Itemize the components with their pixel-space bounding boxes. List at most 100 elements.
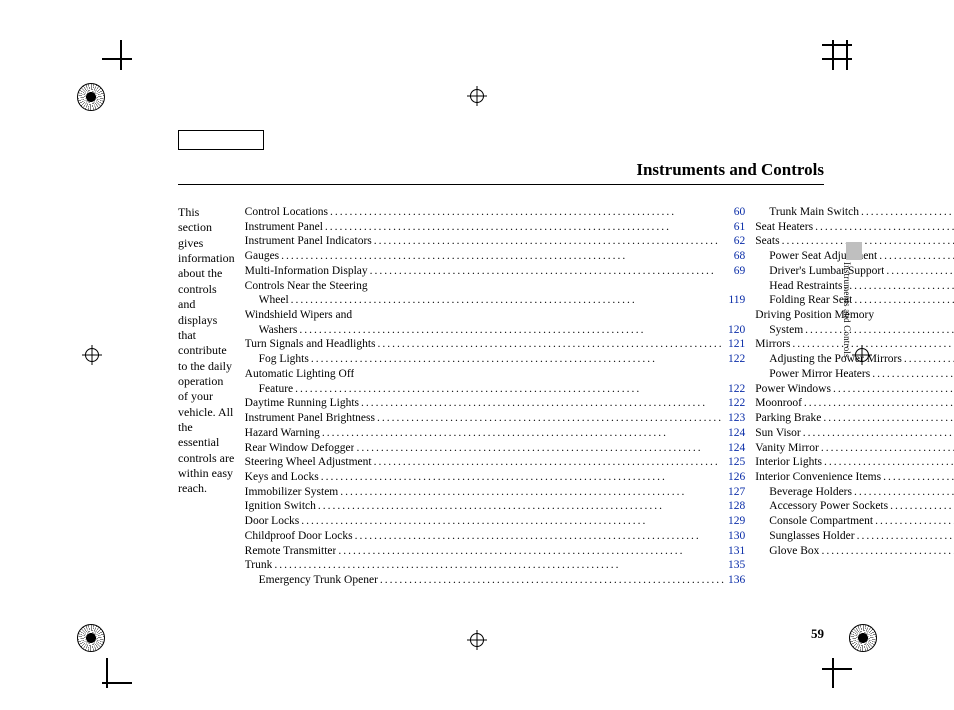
toc-page-link[interactable]: 122 — [728, 396, 745, 411]
toc-entry: Ignition Switch128 — [245, 499, 746, 514]
toc-entry-label: Interior Lights — [755, 455, 822, 470]
toc-page-link[interactable]: 135 — [728, 558, 745, 573]
toc-leader-dots — [870, 367, 954, 382]
toc-entry: Beverage Holders156 — [755, 485, 954, 500]
toc-leader-dots — [821, 411, 954, 426]
toc-page-link[interactable]: 120 — [728, 323, 745, 338]
toc-entry-label: Remote Transmitter — [245, 544, 337, 559]
toc-entry-label: Seats — [755, 234, 779, 249]
toc-entry-label: Hazard Warning — [245, 426, 320, 441]
toc-entry: Sun Visor152 — [755, 426, 954, 441]
registration-mark-icon — [77, 83, 105, 111]
toc-entry: Washers120 — [245, 323, 746, 338]
toc-entry-label: Wheel — [259, 293, 289, 308]
toc-entry-label: Gauges — [245, 249, 280, 264]
toc-entry-label: Instrument Panel Brightness — [245, 411, 375, 426]
toc-leader-dots — [272, 558, 728, 573]
toc-leader-dots — [877, 249, 954, 264]
toc-leader-dots — [884, 264, 954, 279]
toc-leader-dots — [801, 426, 954, 441]
toc-entry: Childproof Door Locks 130 — [245, 529, 746, 544]
toc-entry: Feature122 — [245, 382, 746, 397]
toc-page-link[interactable]: 123 — [728, 411, 745, 426]
toc-leader-dots — [316, 499, 728, 514]
toc-page-link[interactable]: 69 — [734, 264, 746, 279]
toc-page-link[interactable]: 128 — [728, 499, 745, 514]
toc-entry-label: Fog Lights — [259, 352, 309, 367]
toc-entry: Instrument Panel 61 — [245, 220, 746, 235]
toc-leader-dots — [319, 470, 728, 485]
toc-entry-label: Windshield Wipers and — [245, 308, 352, 323]
toc-leader-dots — [372, 455, 728, 470]
toc-column-2: Trunk Main Switch136Seat Heaters137Seats… — [755, 205, 954, 588]
toc-entry-label: Glove Box — [769, 544, 819, 559]
toc-entry: Sunglasses Holder158 — [755, 529, 954, 544]
toc-entry: Adjusting the Power Mirrors146 — [755, 352, 954, 367]
toc-leader-dots — [289, 293, 729, 308]
toc-entry: Door Locks129 — [245, 514, 746, 529]
toc-page-link[interactable]: 119 — [728, 293, 745, 308]
toc-page-link[interactable]: 131 — [728, 544, 745, 559]
toc-entry-label: Console Compartment — [769, 514, 873, 529]
toc-entry-label: Moonroof — [755, 396, 802, 411]
toc-leader-dots — [822, 455, 954, 470]
toc-leader-dots — [819, 544, 954, 559]
toc-page-link[interactable]: 126 — [728, 470, 745, 485]
toc-entry-label: Emergency Trunk Opener — [259, 573, 378, 588]
toc-entry-label: Rear Window Defogger — [245, 441, 355, 456]
toc-page-link[interactable]: 121 — [728, 337, 745, 352]
toc-leader-dots — [881, 470, 954, 485]
toc-page-link[interactable]: 60 — [734, 205, 746, 220]
registration-cross-icon — [467, 630, 487, 650]
toc-entry: Remote Transmitter 131 — [245, 544, 746, 559]
toc-leader-dots — [842, 279, 954, 294]
registration-cross-icon — [467, 86, 487, 106]
toc-leader-dots — [378, 573, 728, 588]
toc-page-link[interactable]: 136 — [728, 573, 745, 588]
toc-page-link[interactable]: 124 — [728, 441, 745, 456]
toc-entry: Mirrors145 — [755, 337, 954, 352]
toc-page-link[interactable]: 68 — [734, 249, 746, 264]
toc-leader-dots — [859, 205, 954, 220]
toc-entry: Instrument Panel Brightness 123 — [245, 411, 746, 426]
toc-entry-label: Head Restraints — [769, 279, 842, 294]
toc-entry-label: Keys and Locks — [245, 470, 319, 485]
toc-page-link[interactable]: 124 — [728, 426, 745, 441]
toc-entry: Instrument Panel Indicators62 — [245, 234, 746, 249]
toc-entry: Controls Near the Steering — [245, 279, 746, 294]
toc-entry-label: Power Mirror Heaters — [769, 367, 870, 382]
toc-entry: Wheel 119 — [245, 293, 746, 308]
toc-leader-dots — [831, 382, 954, 397]
toc-entry: System142 — [755, 323, 954, 338]
toc-entry-label: Interior Convenience Items — [755, 470, 881, 485]
toc-leader-dots — [372, 234, 734, 249]
toc-page-link[interactable]: 130 — [728, 529, 745, 544]
toc-page-link[interactable]: 122 — [728, 382, 745, 397]
toc-entry-label: Folding Rear Seat — [769, 293, 852, 308]
toc-entry-label: Instrument Panel — [245, 220, 323, 235]
toc-entry: Steering Wheel Adjustment125 — [245, 455, 746, 470]
thumb-tab — [846, 242, 862, 260]
toc-page-link[interactable]: 62 — [734, 234, 746, 249]
toc-page-link[interactable]: 61 — [734, 220, 746, 235]
toc-entry-label: Power Windows — [755, 382, 831, 397]
toc-entry: Driving Position Memory — [755, 308, 954, 323]
toc-entry: Power Windows147 — [755, 382, 954, 397]
toc-entry: Interior Convenience Items155 — [755, 470, 954, 485]
toc-entry-label: Driving Position Memory — [755, 308, 874, 323]
reference-box — [178, 130, 264, 150]
toc-leader-dots — [852, 293, 954, 308]
toc-page-link[interactable]: 122 — [728, 352, 745, 367]
toc-leader-dots — [359, 396, 728, 411]
toc-leader-dots — [336, 544, 728, 559]
toc-page-link[interactable]: 127 — [728, 485, 745, 500]
toc-entry: Head Restraints139 — [755, 279, 954, 294]
toc-page-link[interactable]: 129 — [728, 514, 745, 529]
page-title: Instruments and Controls — [178, 160, 824, 185]
toc-entry-label: Childproof Door Locks — [245, 529, 353, 544]
toc-entry-label: Seat Heaters — [755, 220, 813, 235]
toc-entry: Hazard Warning 124 — [245, 426, 746, 441]
toc-page-link[interactable]: 125 — [728, 455, 745, 470]
toc-leader-dots — [338, 485, 728, 500]
toc-entry-label: Trunk — [245, 558, 273, 573]
